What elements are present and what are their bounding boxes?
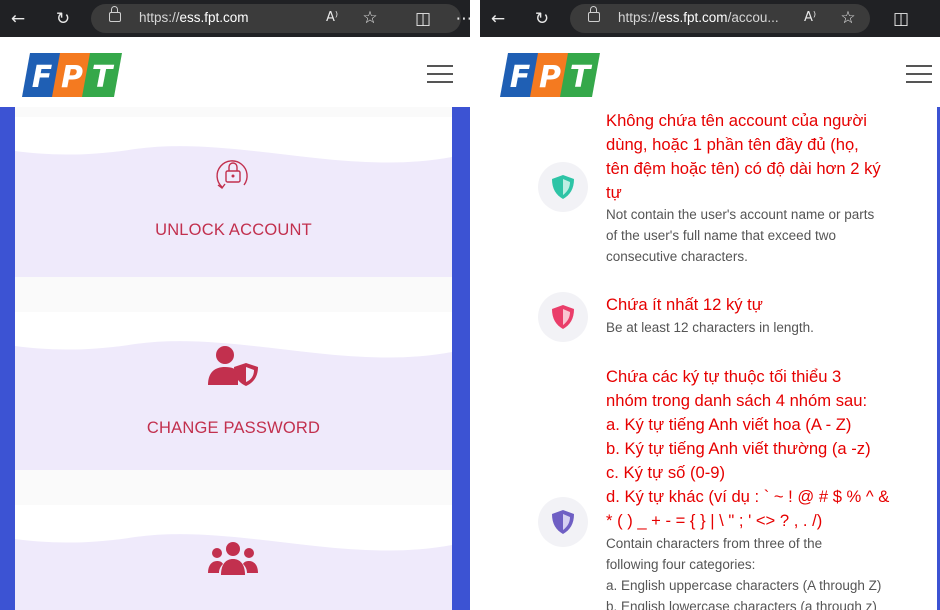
back-arrow-icon[interactable]: ← xyxy=(5,6,31,32)
more-options-icon[interactable]: ⋯ xyxy=(451,6,471,32)
split-screen-icon[interactable]: ◫ xyxy=(888,6,914,32)
rule-1-shield-badge xyxy=(538,162,588,212)
svg-text:F: F xyxy=(32,60,53,95)
window-divider xyxy=(470,0,480,610)
rule-1-en-text: Not contain the user's account name or p… xyxy=(606,207,875,264)
back-arrow-icon[interactable]: ← xyxy=(485,6,511,32)
svg-text:T: T xyxy=(570,60,593,95)
site-header: F P T xyxy=(0,37,470,107)
main-content: UNLOCK ACCOUNT CHANGE PASSWORD xyxy=(15,107,452,610)
fpt-logo[interactable]: F P T xyxy=(22,49,122,101)
hamburger-menu-icon[interactable] xyxy=(427,65,453,83)
browser-toolbar: ← ↻ https://ess.fpt.com A⁾ ☆ ◫ ⋯ xyxy=(0,0,470,37)
rule-2-shield-badge xyxy=(538,292,588,342)
rule-1-vi-text: Không chứa tên account của người dùng, h… xyxy=(606,111,881,202)
refresh-icon[interactable]: ↻ xyxy=(529,6,555,32)
read-aloud-icon[interactable]: A⁾ xyxy=(319,5,345,31)
change-password-label: CHANGE PASSWORD xyxy=(146,419,321,437)
svg-text:P: P xyxy=(539,60,561,95)
address-bar[interactable]: https://ess.fpt.com/accou... A⁾ ☆ xyxy=(570,4,870,33)
users-group-icon xyxy=(208,542,258,575)
refresh-icon[interactable]: ↻ xyxy=(50,6,76,32)
svg-text:P: P xyxy=(61,60,83,95)
rule-3-en-text: Contain characters from three of the fol… xyxy=(606,536,882,610)
svg-text:F: F xyxy=(510,60,531,95)
rule-2-vi-text: Chứa ít nhất 12 ký tự xyxy=(606,295,763,314)
unlock-account-icon xyxy=(216,160,248,189)
group-card[interactable] xyxy=(15,505,452,610)
favorite-star-icon[interactable]: ☆ xyxy=(835,5,861,31)
unlock-account-card[interactable]: UNLOCK ACCOUNT xyxy=(15,117,452,277)
svg-text:T: T xyxy=(92,60,115,95)
lock-icon xyxy=(588,6,600,22)
shield-icon xyxy=(552,305,574,329)
site-header: F P T xyxy=(480,37,940,107)
rule-3-vi-text: Chứa các ký tự thuộc tối thiểu 3 nhóm tr… xyxy=(606,367,890,530)
browser-toolbar: ← ↻ https://ess.fpt.com/accou... A⁾ ☆ ◫ xyxy=(480,0,940,37)
url-text: https://ess.fpt.com xyxy=(139,10,249,25)
favorite-star-icon[interactable]: ☆ xyxy=(357,5,383,31)
unlock-account-label: UNLOCK ACCOUNT xyxy=(155,221,312,239)
password-rules-panel: Không chứa tên account của người dùng, h… xyxy=(480,107,937,610)
shield-icon xyxy=(552,510,574,534)
rule-3-shield-badge xyxy=(538,497,588,547)
split-screen-icon[interactable]: ◫ xyxy=(410,6,436,32)
read-aloud-icon[interactable]: A⁾ xyxy=(797,5,823,31)
change-password-card[interactable]: CHANGE PASSWORD xyxy=(15,312,452,470)
hamburger-menu-icon[interactable] xyxy=(906,65,932,83)
url-text: https://ess.fpt.com/accou... xyxy=(618,10,779,25)
lock-icon xyxy=(109,6,121,22)
address-bar[interactable]: https://ess.fpt.com A⁾ ☆ xyxy=(91,4,461,33)
left-browser-window: ← ↻ https://ess.fpt.com A⁾ ☆ ◫ ⋯ F P T U… xyxy=(0,0,470,610)
right-browser-window: ← ↻ https://ess.fpt.com/accou... A⁾ ☆ ◫ … xyxy=(480,0,940,610)
rule-2-en-text: Be at least 12 characters in length. xyxy=(606,320,814,335)
user-shield-icon xyxy=(208,346,258,386)
shield-icon xyxy=(552,175,574,199)
fpt-logo[interactable]: F P T xyxy=(500,49,600,101)
